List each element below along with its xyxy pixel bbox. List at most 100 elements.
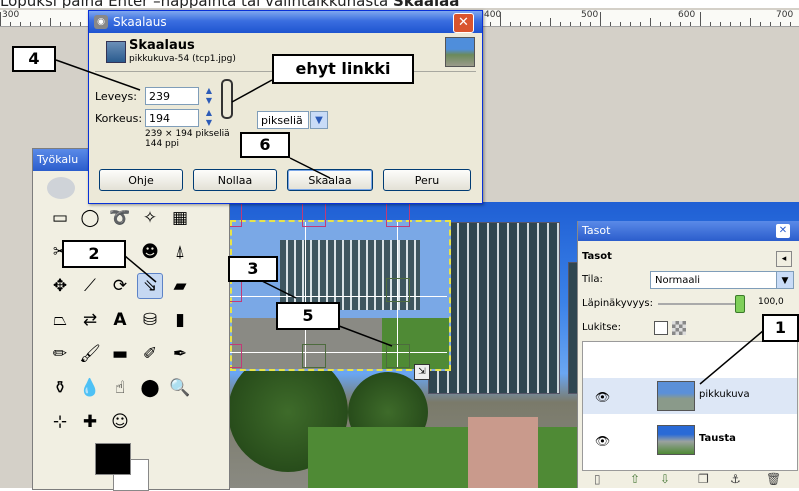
panel-menu-icon[interactable]: ◂: [776, 251, 792, 267]
chevron-down-icon[interactable]: ▼: [310, 111, 328, 129]
crop-icon[interactable]: ⊹: [47, 409, 73, 435]
anchor-layer-icon[interactable]: ⚓: [730, 471, 741, 487]
dialog-subtitle: pikkukuva-54 (tcp1.jpg): [129, 54, 236, 64]
scale-handle[interactable]: [302, 344, 326, 368]
layer-list: 👁 pikkukuva 👁 Tausta: [582, 341, 798, 471]
eye-icon[interactable]: 👁: [595, 390, 610, 404]
delete-layer-icon[interactable]: 🗑: [766, 471, 781, 487]
dialog-heading: Skaalaus: [129, 38, 195, 53]
zoom-person-icon[interactable]: ☻: [137, 239, 163, 265]
ruler-label: 400: [484, 10, 502, 20]
preview-guide-line: [230, 352, 447, 353]
lower-layer-icon[interactable]: ⇩: [660, 471, 670, 487]
color-select-icon[interactable]: ▦: [167, 205, 193, 231]
align-icon[interactable]: ⟋: [77, 273, 103, 299]
rotate-icon[interactable]: ⟳: [107, 273, 133, 299]
measure-icon[interactable]: ⍋: [167, 239, 193, 265]
resize-corner-icon[interactable]: ⇲: [414, 364, 430, 380]
bucket-fill-icon[interactable]: ⛁: [137, 307, 163, 333]
list-item[interactable]: 👁 pikkukuva: [583, 378, 797, 414]
free-select-icon[interactable]: ➰: [107, 205, 133, 231]
ruler-tick: [590, 22, 591, 26]
layers-toolbar: ▯ ⇧ ⇩ ❐ ⚓ 🗑: [578, 471, 799, 488]
help-button[interactable]: Ohje: [99, 169, 183, 191]
new-layer-icon[interactable]: ▯: [594, 471, 601, 487]
paths-icon[interactable]: ☺: [107, 409, 133, 435]
eraser-icon[interactable]: ▬: [107, 341, 133, 367]
rect-select-icon[interactable]: ▭: [47, 205, 73, 231]
ruler-tick: [30, 22, 31, 26]
wilber-logo: [47, 177, 75, 199]
width-spin-icon[interactable]: ▲ ▼: [203, 86, 215, 106]
zoom-icon[interactable]: 🔍: [167, 375, 193, 401]
move-icon[interactable]: ✥: [47, 273, 73, 299]
ruler-tick: [530, 22, 531, 26]
dodge-burn-icon[interactable]: ⬤: [137, 375, 163, 401]
layer-thumbnail: [657, 425, 695, 455]
perspective-icon[interactable]: ⏢: [47, 307, 73, 333]
callout-6: 6: [240, 132, 290, 158]
ruler-tick: [640, 22, 641, 26]
airbrush-icon[interactable]: ✐: [137, 341, 163, 367]
reset-button[interactable]: Nollaa: [193, 169, 277, 191]
text-tool-icon[interactable]: A: [107, 307, 133, 333]
duplicate-layer-icon[interactable]: ❐: [698, 471, 709, 487]
ruler-tick: [610, 22, 611, 26]
ruler-tick: [70, 22, 71, 26]
clone-icon[interactable]: ⚱: [47, 375, 73, 401]
ink-icon[interactable]: ✒: [167, 341, 193, 367]
lock-pixels-checkbox[interactable]: [654, 321, 668, 335]
scale-handle[interactable]: [386, 203, 410, 227]
ruler-tick: [550, 18, 551, 26]
opacity-slider-track[interactable]: [658, 303, 738, 305]
smudge-icon[interactable]: ☝: [107, 375, 133, 401]
width-input[interactable]: 239: [145, 87, 199, 105]
raise-layer-icon[interactable]: ⇧: [630, 471, 640, 487]
chevron-down-icon[interactable]: ▼: [776, 271, 794, 289]
scale-handle[interactable]: [386, 344, 410, 368]
callout-4: 4: [12, 46, 56, 72]
chain-link-icon[interactable]: [221, 79, 233, 119]
paintbrush-icon[interactable]: 🖌: [77, 341, 103, 367]
eye-icon[interactable]: 👁: [595, 434, 610, 448]
foreground-color-swatch[interactable]: [95, 443, 131, 475]
list-item[interactable]: 👁 Tausta: [583, 422, 797, 458]
opacity-value[interactable]: 100,0: [758, 297, 784, 307]
scale-tool-icon[interactable]: ⇘: [137, 273, 163, 299]
layer-name: Tausta: [699, 433, 736, 444]
scale-handle[interactable]: [302, 203, 326, 227]
ruler-tick: [500, 12, 501, 26]
heal-icon[interactable]: ✚: [77, 409, 103, 435]
opacity-slider-handle[interactable]: [735, 295, 745, 313]
unit-select[interactable]: pikseliä: [257, 111, 309, 129]
ruler-label: 500: [581, 10, 599, 20]
ellipse-select-icon[interactable]: ◯: [77, 205, 103, 231]
ruler-tick: [760, 22, 761, 26]
ruler-tick: [660, 22, 661, 26]
callout-1: 1: [762, 314, 799, 342]
ruler-tick: [770, 22, 771, 26]
fuzzy-select-icon[interactable]: ✧: [137, 205, 163, 231]
height-label: Korkeus:: [95, 112, 143, 125]
gradient-icon[interactable]: ▮: [167, 307, 193, 333]
close-icon[interactable]: ✕: [776, 224, 790, 238]
scale-handle[interactable]: [386, 278, 410, 302]
lock-alpha-icon[interactable]: [672, 321, 686, 335]
ruler-tick: [570, 22, 571, 26]
height-input[interactable]: 194: [145, 109, 199, 127]
ruler-tick: [780, 22, 781, 26]
close-icon[interactable]: ✕: [453, 13, 474, 33]
pencil-icon[interactable]: ✏: [47, 341, 73, 367]
callout-2: 2: [62, 240, 126, 268]
ruler-tick: [620, 22, 621, 26]
ruler-tick: [670, 22, 671, 26]
shear-icon[interactable]: ▰: [167, 273, 193, 299]
mode-select[interactable]: Normaali: [650, 271, 778, 289]
height-spin-icon[interactable]: ▲ ▼: [203, 108, 215, 128]
cancel-button[interactable]: Peru: [383, 169, 471, 191]
scale-button[interactable]: Skaalaa: [287, 169, 373, 191]
flip-icon[interactable]: ⇄: [77, 307, 103, 333]
ruler-tick: [710, 22, 711, 26]
blur-icon[interactable]: 💧: [77, 375, 103, 401]
callout-5: 5: [276, 302, 340, 330]
